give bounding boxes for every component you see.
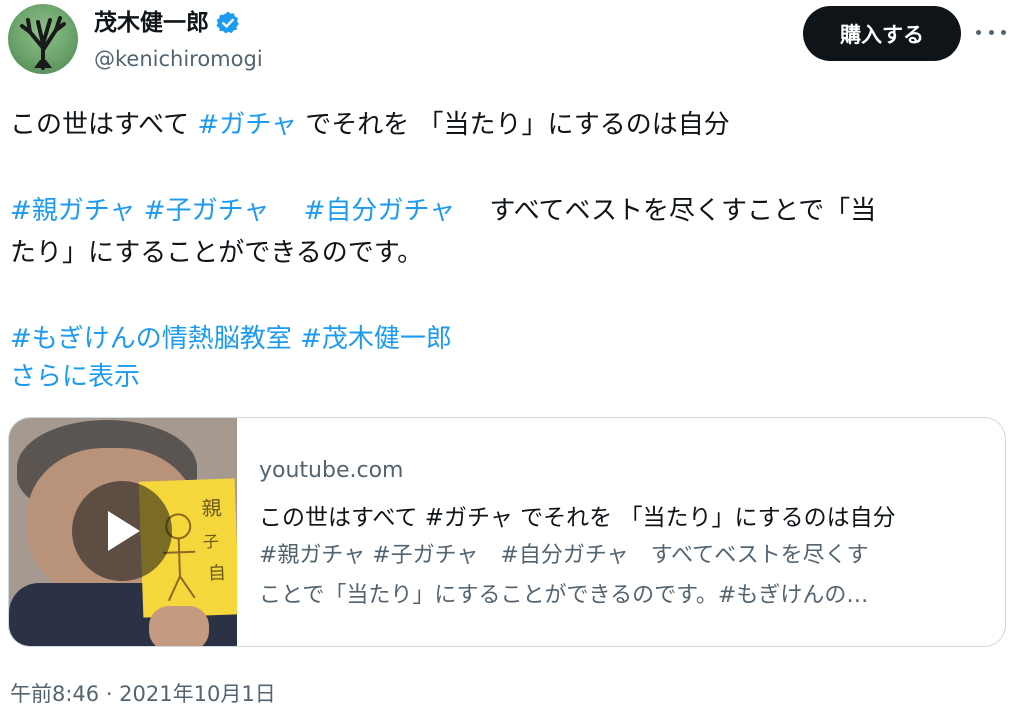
tweet-line-3: たり」にすることができるのです。 [10,238,424,268]
buy-button[interactable]: 購入する [803,6,961,61]
verified-badge-icon [216,11,239,34]
card-domain: youtube.com [259,458,404,483]
note-char-2: 子 [202,532,219,552]
author-display-name[interactable]: 茂木健一郎 [94,8,209,38]
dot [1001,29,1006,35]
card-description: #親ガチャ #子ガチャ #自分ガチャ すべてベストを尽くす ことで「当たり」にす… [259,536,989,616]
tweet-timestamp[interactable]: 午前8:46 · 2021年10月1日 [10,678,276,708]
tweet-line-4: #もぎけんの情熱脳教室 #茂木健一郎 [10,318,1000,360]
tweet-text: この世はすべて #ガチャ でそれを 「当たり」にするのは自分 #親ガチャ #子ガ… [10,104,1000,398]
show-more-row: さらに表示 [10,356,1000,398]
author-handle[interactable]: @kenichiromogi [94,45,263,73]
play-icon [108,511,140,551]
note-char-1: 親 [201,496,222,521]
thumbnail-hand [149,606,209,646]
note-char-3: 自 [208,563,227,585]
link-preview-card[interactable]: 親 子 自 youtube.com この世はすべて #ガチャ でそれを 「当たり… [8,417,1006,647]
card-desc-line: ことで「当たり」にすることができるのです。#もぎけんの… [259,583,869,608]
hashtag-link[interactable]: #自分ガチャ [304,196,456,226]
avatar[interactable] [8,4,78,74]
author-name-row: 茂木健一郎 [94,8,241,38]
play-button[interactable] [72,481,172,581]
hashtag-link[interactable]: #ガチャ [197,110,297,140]
video-thumbnail[interactable]: 親 子 自 [9,418,237,646]
card-desc-line: #親ガチャ #子ガチャ #自分ガチャ すべてベストを尽くす [259,543,869,568]
card-title: この世はすべて #ガチャ でそれを 「当たり」にするのは自分 [259,505,896,531]
hashtag-link[interactable]: #もぎけんの情熱脳教室 [10,324,292,354]
tweet-text-segment: すべてベストを尽くすことで「当 [489,196,877,226]
tree-avatar-icon [20,16,66,70]
tweet-text-segment: でそれを 「当たり」にするのは自分 [296,110,730,140]
tweet-line-1: この世はすべて #ガチャ でそれを 「当たり」にするのは自分 [10,104,1000,146]
dot [988,29,994,35]
show-more-link[interactable]: さらに表示 [10,356,140,398]
hashtag-link[interactable]: #親ガチャ [10,196,136,226]
more-horizontal-icon[interactable] [976,20,1006,44]
tweet-line-2: #親ガチャ #子ガチャ #自分ガチャ すべてベストを尽くすことで「当 [10,190,1000,232]
hashtag-link[interactable]: #子ガチャ [144,196,270,226]
hashtag-link[interactable]: #茂木健一郎 [300,324,452,354]
tweet-text-segment: この世はすべて [10,110,198,140]
dot [976,29,981,35]
